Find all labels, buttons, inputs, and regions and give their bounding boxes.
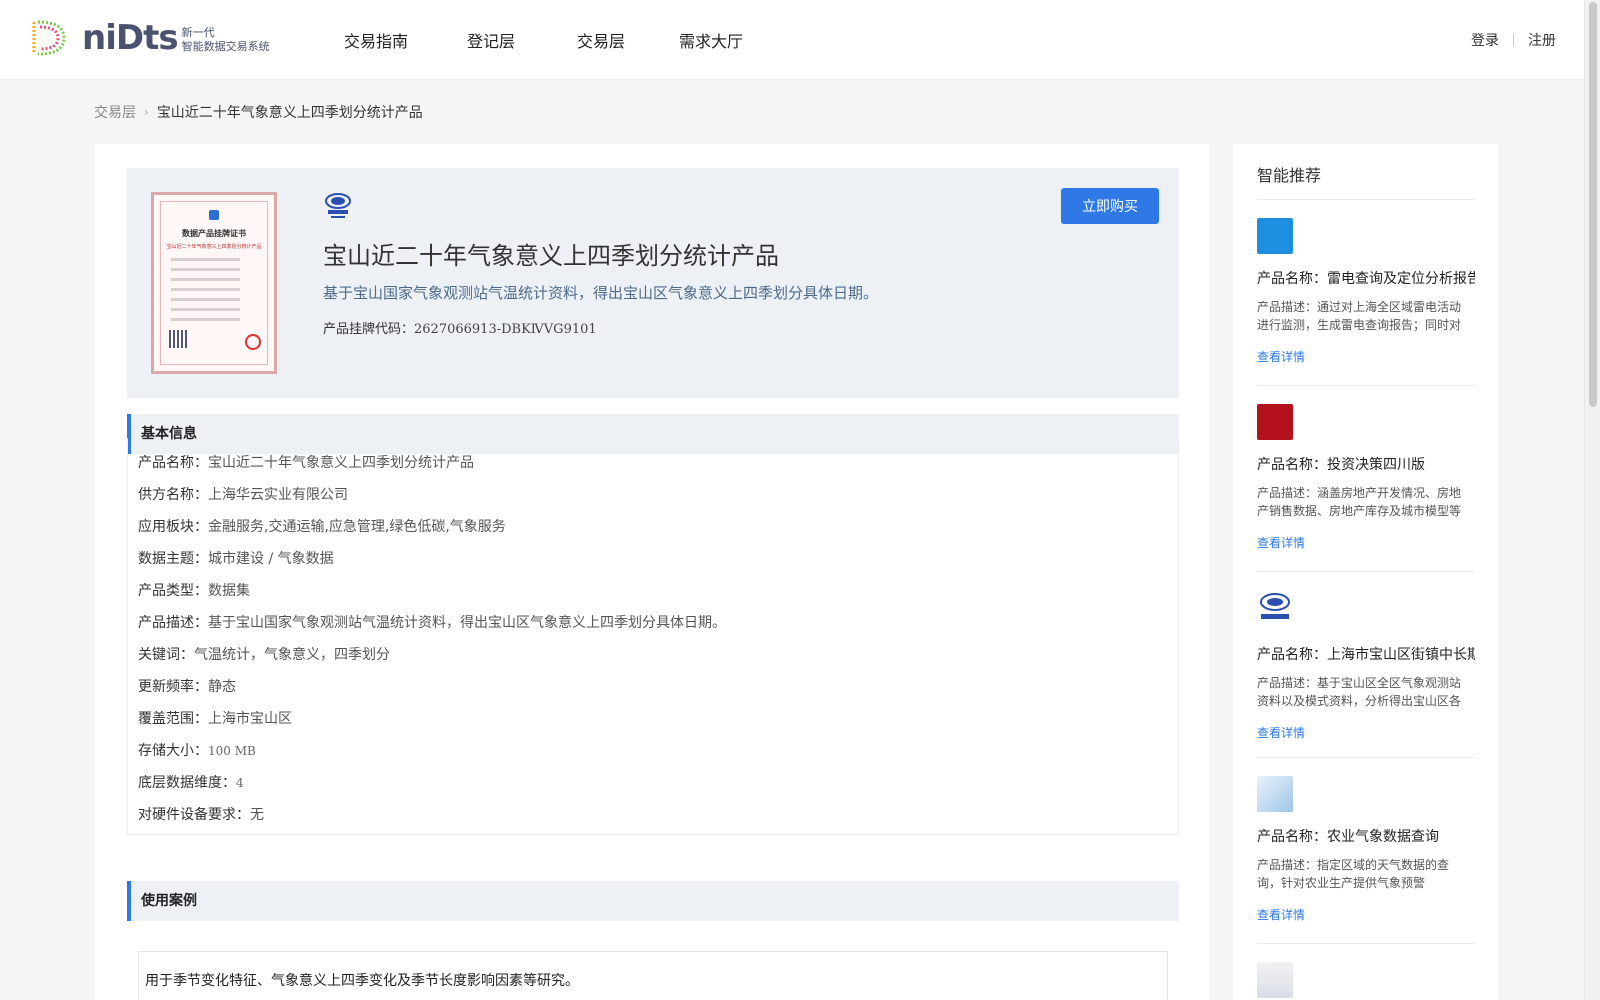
site-logo[interactable]: niDts 新一代 智能数据交易系统 <box>28 18 270 58</box>
product-code-label: 产品挂牌代码： <box>323 322 415 337</box>
logo-subtitle-line2: 智能数据交易系统 <box>181 40 270 53</box>
recommendation-name[interactable]: 产品名称：雷电查询及定位分析报告 <box>1257 268 1475 288</box>
login-link[interactable]: 登录 <box>1471 30 1499 50</box>
logo-text: niDts <box>82 18 179 58</box>
recommendation-thumbnail[interactable] <box>1257 776 1293 812</box>
scrollbar-thumb[interactable] <box>1589 2 1597 407</box>
sidebar-divider <box>1257 385 1475 386</box>
logo-d-icon <box>32 20 66 56</box>
info-row-update-frequency: 更新频率：静态 <box>138 679 236 695</box>
sidebar-divider <box>1257 757 1475 758</box>
recommendation-thumbnail[interactable] <box>1257 218 1293 254</box>
recommendation-name[interactable]: 产品名称：上海市宝山区街镇中长期 <box>1257 644 1475 664</box>
use-cases-heading: 使用案例 <box>127 881 1179 921</box>
sidebar-divider <box>1257 571 1475 572</box>
product-detail-card: 数据产品挂牌证书 宝山近二十年气象意义上四季划分统计产品 宝山近二十年气象意义上… <box>95 144 1209 1000</box>
view-details-link[interactable]: 查看详情 <box>1257 348 1475 365</box>
product-description: 基于宝山国家气象观测站气温统计资料，得出宝山区气象意义上四季划分具体日期。 <box>323 284 879 302</box>
logo-subtitle: 新一代 智能数据交易系统 <box>182 26 270 54</box>
view-details-link[interactable]: 查看详情 <box>1257 724 1475 741</box>
qr-code-icon <box>169 330 187 348</box>
logo-subtitle-line1: 新一代 <box>181 26 215 39</box>
certificate-title: 数据产品挂牌证书 <box>182 229 246 238</box>
register-link[interactable]: 注册 <box>1528 30 1556 50</box>
page-scrollbar[interactable] <box>1584 0 1600 1000</box>
use-case-text: 用于季节变化特征、气象意义上四季变化及季节长度影响因素等研究。 <box>145 973 579 989</box>
info-row-keywords: 关键词：气温统计，气象意义，四季划分 <box>138 647 390 663</box>
nav-trading-guide[interactable]: 交易指南 <box>344 28 436 52</box>
recommendation-item: 产品名称：农业气象数据查询 产品描述：指定区域的天气数据的查询，针对农业生产提供… <box>1257 776 1475 923</box>
chevron-right-icon: › <box>144 105 149 119</box>
breadcrumb-parent[interactable]: 交易层 <box>94 102 136 122</box>
info-row-product-type: 产品类型：数据集 <box>138 583 250 599</box>
recommendation-item: 产品名称：投资决策四川版 产品描述：涵盖房地产开发情况、房地产销售数据、房地产库… <box>1257 404 1475 551</box>
info-row-coverage: 覆盖范围：上海市宝山区 <box>138 711 292 727</box>
recommendation-description: 产品描述：基于宝山区全区气象观测站资料以及模式资料，分析得出宝山区各街镇气候特征 <box>1257 676 1462 708</box>
info-row-storage-size: 存储大小：100 MB <box>138 743 256 759</box>
recommendation-description: 产品描述：通过对上海全区域雷电活动进行监测，生成雷电查询报告；同时对雷电定位数据… <box>1257 300 1462 332</box>
view-details-link[interactable]: 查看详情 <box>1257 906 1475 923</box>
certificate-emblem-icon <box>209 210 219 220</box>
auth-divider <box>1513 33 1514 47</box>
certificate-image[interactable]: 数据产品挂牌证书 宝山近二十年气象意义上四季划分统计产品 <box>151 192 277 374</box>
nav-trading-layer[interactable]: 交易层 <box>546 28 656 52</box>
info-row-hardware-requirements: 对硬件设备要求：无 <box>138 807 264 823</box>
product-hero: 数据产品挂牌证书 宝山近二十年气象意义上四季划分统计产品 宝山近二十年气象意义上… <box>127 168 1179 398</box>
seal-icon <box>245 334 261 350</box>
nav-demand-hall[interactable]: 需求大厅 <box>656 28 766 52</box>
basic-info-list: 产品名称：宝山近二十年气象意义上四季划分统计产品 供方名称：上海华云实业有限公司… <box>127 438 1179 835</box>
recommendation-description: 产品描述：指定区域的天气数据的查询，针对农业生产提供气象预警 <box>1257 858 1450 890</box>
recommendation-description: 产品描述：涵盖房地产开发情况、房地产销售数据、房地产库存及城市模型等数据 <box>1257 486 1462 518</box>
recommendation-item: 产品名称：雷电查询及定位分析报告 产品描述：通过对上海全区域雷电活动进行监测，生… <box>1257 218 1475 365</box>
use-case-box: 用于季节变化特征、气象意义上四季变化及季节长度影响因素等研究。 <box>138 951 1168 1000</box>
info-row-data-theme: 数据主题：城市建设 / 气象数据 <box>138 551 334 567</box>
auth-links: 登录 注册 <box>1471 0 1556 80</box>
buy-now-button[interactable]: 立即购买 <box>1061 188 1159 224</box>
info-row-sectors: 应用板块：金融服务,交通运输,应急管理,绿色低碳,气象服务 <box>138 519 506 535</box>
breadcrumb: 交易层 › 宝山近二十年气象意义上四季划分统计产品 <box>94 102 423 122</box>
recommendation-item <box>1257 962 1475 998</box>
recommendation-sidebar: 智能推荐 产品名称：雷电查询及定位分析报告 产品描述：通过对上海全区域雷电活动进… <box>1233 144 1498 1000</box>
nav-registration-layer[interactable]: 登记层 <box>436 28 546 52</box>
recommendation-thumbnail[interactable] <box>1257 404 1293 440</box>
recommendation-item: 产品名称：上海市宝山区街镇中长期 产品描述：基于宝山区全区气象观测站资料以及模式… <box>1257 590 1475 741</box>
sidebar-divider <box>1257 199 1475 200</box>
info-row-supplier: 供方名称：上海华云实业有限公司 <box>138 487 348 503</box>
recommendation-name[interactable]: 产品名称：农业气象数据查询 <box>1257 826 1475 846</box>
top-header: niDts 新一代 智能数据交易系统 交易指南 登记层 交易层 需求大厅 登录 … <box>0 0 1584 80</box>
info-row-product-name: 产品名称：宝山近二十年气象意义上四季划分统计产品 <box>138 455 474 471</box>
certificate-text-lines <box>171 258 257 328</box>
sidebar-title: 智能推荐 <box>1257 166 1322 185</box>
product-code-value: 2627066913-DBKⅣVG9101 <box>414 322 597 337</box>
view-details-link[interactable]: 查看详情 <box>1257 534 1475 551</box>
product-code: 产品挂牌代码：2627066913-DBKⅣVG9101 <box>323 318 597 337</box>
organization-logo-icon[interactable] <box>1257 590 1293 626</box>
sidebar-divider <box>1257 943 1475 944</box>
breadcrumb-current: 宝山近二十年气象意义上四季划分统计产品 <box>156 105 423 121</box>
recommendation-name[interactable]: 产品名称：投资决策四川版 <box>1257 454 1475 474</box>
product-title: 宝山近二十年气象意义上四季划分统计产品 <box>323 242 779 270</box>
recommendation-thumbnail[interactable] <box>1257 962 1293 998</box>
certificate-subtitle: 宝山近二十年气象意义上四季划分统计产品 <box>166 244 262 250</box>
organization-logo-icon <box>325 193 351 218</box>
info-row-data-dimensions: 底层数据维度：4 <box>138 775 244 791</box>
main-nav: 交易指南 登记层 交易层 需求大厅 <box>344 0 766 80</box>
info-row-description: 产品描述：基于宝山国家气象观测站气温统计资料，得出宝山区气象意义上四季划分具体日… <box>138 615 726 631</box>
